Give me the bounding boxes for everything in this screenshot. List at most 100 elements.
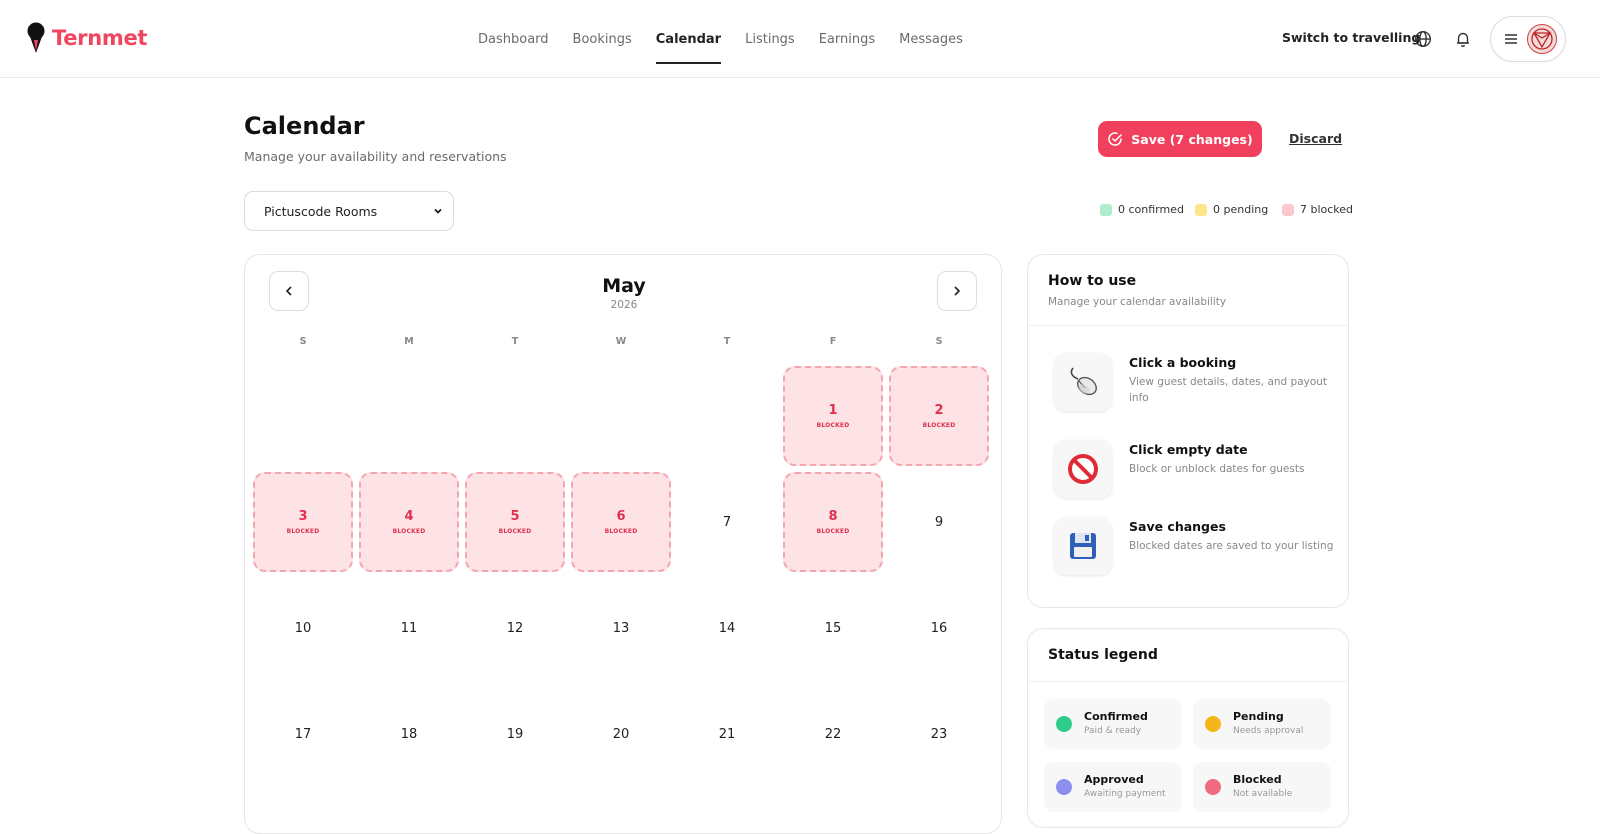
- blocked-count: 7 blocked: [1282, 203, 1353, 216]
- legend-blocked: Blocked Not available: [1193, 762, 1331, 812]
- howto-title-3: Save changes: [1129, 519, 1226, 534]
- calendar-day-blocked[interactable]: 6 BLOCKED: [571, 472, 671, 572]
- check-circle-icon: [1108, 132, 1123, 146]
- day-number: 21: [718, 726, 736, 742]
- calendar-day[interactable]: 18: [359, 684, 459, 784]
- legend-name-blocked: Blocked: [1233, 773, 1282, 786]
- calendar-day[interactable]: 14: [677, 578, 777, 678]
- calendar-day-blocked[interactable]: 3 BLOCKED: [253, 472, 353, 572]
- logo-pin-icon: [27, 22, 45, 53]
- pending-dot: [1205, 716, 1221, 732]
- legend-desc-pending: Needs approval: [1233, 726, 1304, 736]
- avatar: [1527, 24, 1557, 54]
- switch-to-travelling-link[interactable]: Switch to travelling: [1282, 30, 1420, 45]
- pending-count-label: 0 pending: [1213, 203, 1269, 216]
- howto-desc-3: Blocked dates are saved to your listing: [1129, 540, 1334, 552]
- calendar-day[interactable]: 7: [677, 472, 777, 572]
- day-number: 3: [298, 509, 308, 524]
- day-number: 11: [400, 620, 418, 636]
- weekday-label: W: [615, 336, 627, 347]
- floppy-disk-icon: [1054, 517, 1112, 575]
- globe-icon[interactable]: [1412, 28, 1434, 50]
- confirmed-count: 0 confirmed: [1100, 203, 1184, 216]
- calendar-card: May 2026 S M T W T F S 1 BLOCKED 2 BLOCKED 3 BLOCKE…: [244, 254, 1002, 834]
- pending-count: 0 pending: [1195, 203, 1268, 216]
- day-number: 9: [934, 514, 944, 530]
- blocked-tag: BLOCKED: [286, 528, 320, 535]
- calendar-day[interactable]: 22: [783, 684, 883, 784]
- calendar-day-blocked[interactable]: 2 BLOCKED: [889, 366, 989, 466]
- legend-name-pending: Pending: [1233, 710, 1284, 723]
- calendar-day[interactable]: 21: [677, 684, 777, 784]
- day-number: 10: [294, 620, 312, 636]
- blocked-dot: [1205, 779, 1221, 795]
- calendar-day[interactable]: 19: [465, 684, 565, 784]
- weekday-label: F: [829, 336, 837, 347]
- howto-desc-2: Block or unblock dates for guests: [1129, 463, 1305, 475]
- day-number: 18: [400, 726, 418, 742]
- day-number: 7: [722, 514, 732, 530]
- nav-bookings[interactable]: Bookings: [573, 0, 632, 78]
- day-number: 15: [824, 620, 842, 636]
- nav-calendar[interactable]: Calendar: [655, 0, 722, 78]
- confirmed-dot: [1056, 716, 1072, 732]
- day-number: 2: [934, 403, 944, 418]
- weekday-label: M: [404, 336, 414, 347]
- day-number: 1: [828, 403, 838, 418]
- top-navbar: Ternmet Dashboard Bookings Calendar List…: [0, 0, 1600, 78]
- mouse-icon: [1054, 353, 1112, 411]
- profile-menu-button[interactable]: [1490, 16, 1566, 62]
- nav-messages[interactable]: Messages: [899, 0, 963, 78]
- legend-pending: Pending Needs approval: [1193, 699, 1331, 749]
- day-number: 19: [506, 726, 524, 742]
- calendar-day-blocked[interactable]: 8 BLOCKED: [783, 472, 883, 572]
- main-nav: Dashboard Bookings Calendar Listings Ear…: [478, 0, 963, 78]
- blocked-tag: BLOCKED: [922, 422, 956, 429]
- save-button-label: Save (7 changes): [1131, 131, 1253, 147]
- legend-confirmed: Confirmed Paid & ready: [1044, 699, 1182, 749]
- calendar-day-blocked[interactable]: 4 BLOCKED: [359, 472, 459, 572]
- weekday-label: S: [935, 336, 943, 347]
- calendar-day[interactable]: 16: [889, 578, 989, 678]
- blocked-tag: BLOCKED: [816, 528, 850, 535]
- brand-name: Ternmet: [52, 26, 148, 50]
- no-entry-icon: [1054, 440, 1112, 498]
- page-title: Calendar: [244, 112, 365, 140]
- calendar-day[interactable]: 13: [571, 578, 671, 678]
- discard-button[interactable]: Discard: [1289, 131, 1342, 146]
- legend-approved: Approved Awaiting payment: [1044, 762, 1182, 812]
- how-to-use-title: How to use: [1048, 273, 1137, 289]
- chevron-down-icon: [434, 208, 442, 214]
- calendar-day-blocked[interactable]: 5 BLOCKED: [465, 472, 565, 572]
- calendar-day[interactable]: 9: [889, 472, 989, 572]
- save-changes-button[interactable]: Save (7 changes): [1098, 121, 1262, 157]
- calendar-day[interactable]: 23: [889, 684, 989, 784]
- nav-listings[interactable]: Listings: [745, 0, 795, 78]
- calendar-day[interactable]: 17: [253, 684, 353, 784]
- brand-logo[interactable]: Ternmet: [26, 22, 147, 54]
- blocked-count-label: 7 blocked: [1300, 203, 1354, 216]
- nav-earnings[interactable]: Earnings: [819, 0, 875, 78]
- calendar-day-blocked[interactable]: 1 BLOCKED: [783, 366, 883, 466]
- howto-title-1: Click a booking: [1129, 355, 1237, 370]
- blocked-tag: BLOCKED: [498, 528, 532, 535]
- nav-dashboard[interactable]: Dashboard: [478, 0, 549, 78]
- day-number: 8: [828, 509, 838, 524]
- next-month-button[interactable]: [937, 271, 977, 311]
- how-to-use-card: How to use Manage your calendar availabi…: [1027, 254, 1349, 608]
- calendar-day[interactable]: 12: [465, 578, 565, 678]
- year-label: 2026: [610, 299, 638, 311]
- howto-click-empty-date: Click empty date Block or unblock dates …: [1054, 440, 1334, 500]
- property-select[interactable]: Pictuscode Rooms: [244, 191, 454, 231]
- property-select-value: Pictuscode Rooms: [264, 203, 378, 219]
- blocked-swatch: [1282, 203, 1294, 216]
- calendar-day[interactable]: 15: [783, 578, 883, 678]
- calendar-day[interactable]: 10: [253, 578, 353, 678]
- calendar-day[interactable]: 11: [359, 578, 459, 678]
- how-to-use-subtitle: Manage your calendar availability: [1048, 296, 1227, 308]
- confirmed-count-label: 0 confirmed: [1118, 203, 1184, 216]
- howto-title-2: Click empty date: [1129, 442, 1248, 457]
- calendar-day[interactable]: 20: [571, 684, 671, 784]
- day-number: 5: [510, 509, 520, 524]
- bell-icon[interactable]: [1452, 28, 1474, 50]
